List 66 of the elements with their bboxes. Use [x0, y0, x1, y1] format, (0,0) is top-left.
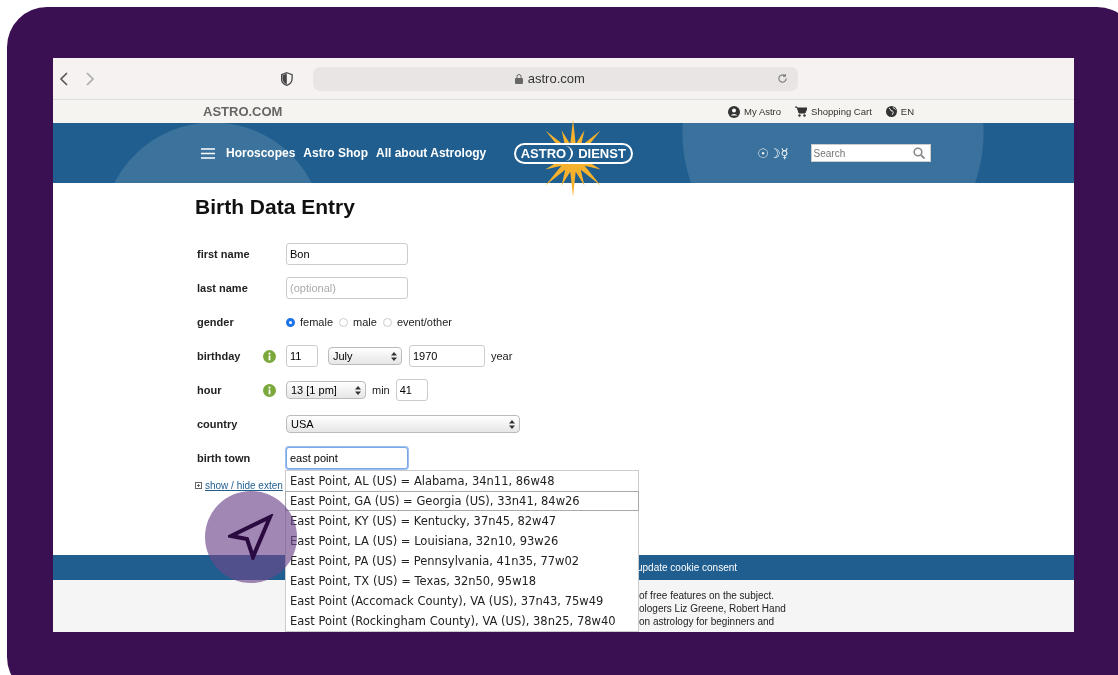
field-label: country — [197, 418, 239, 430]
back-button[interactable] — [59, 71, 69, 86]
text-field[interactable]: Bon — [286, 243, 408, 265]
updown-icon — [391, 351, 397, 361]
nav-link[interactable]: Astro Shop — [303, 146, 369, 160]
info-icon[interactable] — [263, 383, 276, 397]
field-label: last name — [197, 282, 249, 294]
suggestion-item[interactable]: East Point (Accomack County), VA (US), 37n43, 75w49 — [285, 591, 639, 611]
site-brand[interactable]: ASTRO.COM — [203, 104, 283, 119]
suggestion-item[interactable]: East Point, AL (US) = Alabama, 34n11, 86w48 — [285, 471, 639, 491]
field-label: gender — [197, 316, 235, 328]
month-select[interactable]: July — [328, 347, 402, 365]
nav-link[interactable]: All about Astrology — [376, 146, 487, 160]
year-label: year — [491, 350, 513, 362]
cart-icon — [795, 106, 808, 117]
shield-icon[interactable] — [281, 71, 293, 86]
footer-text: of free features on the subject. — [639, 590, 776, 601]
address-bar[interactable]: astro.com — [312, 66, 798, 91]
nav-link[interactable]: Horoscopes — [226, 146, 296, 160]
minute-field[interactable]: 41 — [395, 379, 428, 401]
field-label: hour — [197, 384, 223, 396]
radio-label: female — [300, 316, 334, 328]
top-link[interactable]: Shopping Cart — [795, 106, 872, 117]
hour-select[interactable]: 13 [1 pm] — [286, 381, 366, 399]
year-field[interactable]: 1970 — [409, 345, 485, 367]
page-title: Birth Data Entry — [195, 195, 356, 219]
cursor-arrow-icon — [228, 514, 274, 560]
search-field[interactable]: Search — [810, 144, 931, 162]
suggestion-item[interactable]: East Point, KY (US) = Kentucky, 37n45, 82w47 — [285, 511, 639, 531]
site-logo[interactable]: ASTRO DIENST — [513, 142, 633, 164]
menu-icon[interactable] — [201, 147, 215, 159]
lock-icon — [514, 73, 523, 84]
country-select[interactable]: USA — [286, 415, 520, 433]
text-field[interactable]: (optional) — [286, 277, 408, 299]
field-label: birth town — [197, 452, 252, 464]
top-link[interactable]: My Astro — [728, 105, 782, 118]
extended-settings-link[interactable]: show / hide exten — [195, 480, 283, 491]
day-field[interactable]: 11 — [286, 345, 318, 367]
top-link[interactable]: EN — [885, 106, 914, 117]
radio-label: event/other — [396, 316, 452, 328]
logo-text: ASTRO — [515, 145, 574, 161]
url-text: astro.com — [514, 71, 585, 86]
forward-button[interactable] — [85, 71, 95, 86]
reload-icon[interactable] — [777, 73, 788, 84]
logo-text: DIENST — [577, 145, 627, 161]
suggestion-item[interactable]: East Point, PA (US) = Pennsylvania, 41n35, 77w02 — [285, 551, 639, 571]
suggestion-item[interactable]: East Point, GA (US) = Georgia (US), 33n41, 84w26 — [285, 491, 639, 511]
text-field[interactable]: east point — [286, 447, 408, 469]
updown-icon — [355, 385, 361, 395]
suggestion-item[interactable]: East Point, LA (US) = Louisiana, 32n10, 93w26 — [285, 531, 639, 551]
updown-icon — [509, 419, 515, 429]
globe-icon — [885, 106, 897, 117]
suggestion-item[interactable]: East Point, TX (US) = Texas, 32n50, 95w18 — [285, 571, 639, 591]
user-icon — [728, 105, 741, 118]
suggestion-item[interactable]: East Point (Rockingham County), VA (US), 38n25, 78w40 — [285, 611, 639, 631]
field-label: birthday — [197, 350, 242, 362]
field-label: first name — [197, 248, 251, 260]
planet-symbols[interactable]: ☉☽☿ — [757, 145, 789, 161]
min-label: min — [372, 384, 390, 396]
info-icon[interactable] — [263, 349, 276, 363]
footer-text: ologers Liz Greene, Robert Hand — [639, 603, 787, 614]
search-icon[interactable] — [912, 147, 925, 159]
plus-box-icon — [195, 482, 202, 489]
footer-text: on astrology for beginners and — [639, 616, 776, 627]
radio-label: male — [353, 316, 377, 328]
radio-button[interactable] — [286, 317, 295, 327]
